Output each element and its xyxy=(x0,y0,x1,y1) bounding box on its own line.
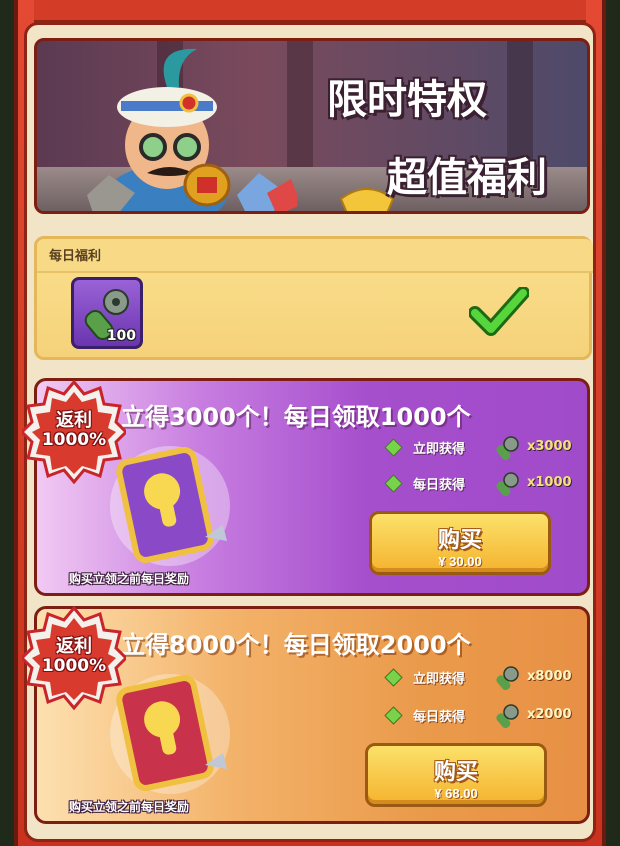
daily-reward-panel: 每日福利 100 xyxy=(34,236,593,360)
buy-button-price: ¥ 30.00 xyxy=(438,554,482,569)
merchant-character-icon xyxy=(87,48,297,211)
buy-button-label: 购买 xyxy=(437,527,482,552)
badge-line2: 1000% xyxy=(41,656,107,676)
promo-banner: 限时特权 超值福利 xyxy=(34,38,590,214)
buy-button-68[interactable]: 购买 ¥ 68.00 xyxy=(365,743,547,807)
reward-qty: x1000 xyxy=(527,475,572,490)
rebate-badge: 返利 1000% xyxy=(22,380,126,484)
offer-headline: 立得8000个！每日领取2000个 xyxy=(121,631,471,659)
daily-reward-header: 每日福利 xyxy=(37,239,593,273)
reward-label: 立即获得 xyxy=(413,672,466,687)
banner-title-line2: 超值福利 xyxy=(387,155,547,201)
green-key-icon xyxy=(496,666,519,691)
green-key-icon xyxy=(496,436,519,461)
badge-line1: 返利 xyxy=(56,636,92,657)
reward-qty: x2000 xyxy=(527,707,572,722)
badge-line2: 1000% xyxy=(41,430,107,450)
daily-reward-item[interactable]: 100 xyxy=(71,277,143,349)
bullet-diamond-icon xyxy=(384,706,403,725)
offer-headline: 立得3000个！每日领取1000个 xyxy=(121,403,471,431)
rebate-badge: 返利 1000% xyxy=(22,606,126,710)
offer-caption: 购买立领之前每日奖励 xyxy=(69,800,190,814)
reward-label: 每日获得 xyxy=(413,710,466,725)
popup-top-strip xyxy=(34,0,586,23)
green-key-icon xyxy=(496,472,519,497)
buy-button-30[interactable]: 购买 ¥ 30.00 xyxy=(369,511,551,575)
bullet-diamond-icon xyxy=(384,668,403,687)
reward-qty: x8000 xyxy=(527,669,572,684)
bullet-diamond-icon xyxy=(384,438,403,457)
buy-button-label: 购买 xyxy=(433,759,478,784)
reward-qty: x3000 xyxy=(527,439,572,454)
daily-reward-count: 100 xyxy=(106,328,136,344)
offer-caption: 购买立领之前每日奖励 xyxy=(69,572,190,586)
bullet-diamond-icon xyxy=(384,474,403,493)
daily-reward-title: 每日福利 xyxy=(49,249,102,264)
badge-line1: 返利 xyxy=(56,410,92,431)
buy-button-price: ¥ 68.00 xyxy=(434,786,478,801)
banner-title-line1: 限时特权 xyxy=(327,77,487,123)
reward-label: 每日获得 xyxy=(413,478,466,493)
reward-label: 立即获得 xyxy=(413,442,466,457)
check-icon xyxy=(469,287,529,336)
green-key-icon xyxy=(496,704,519,729)
